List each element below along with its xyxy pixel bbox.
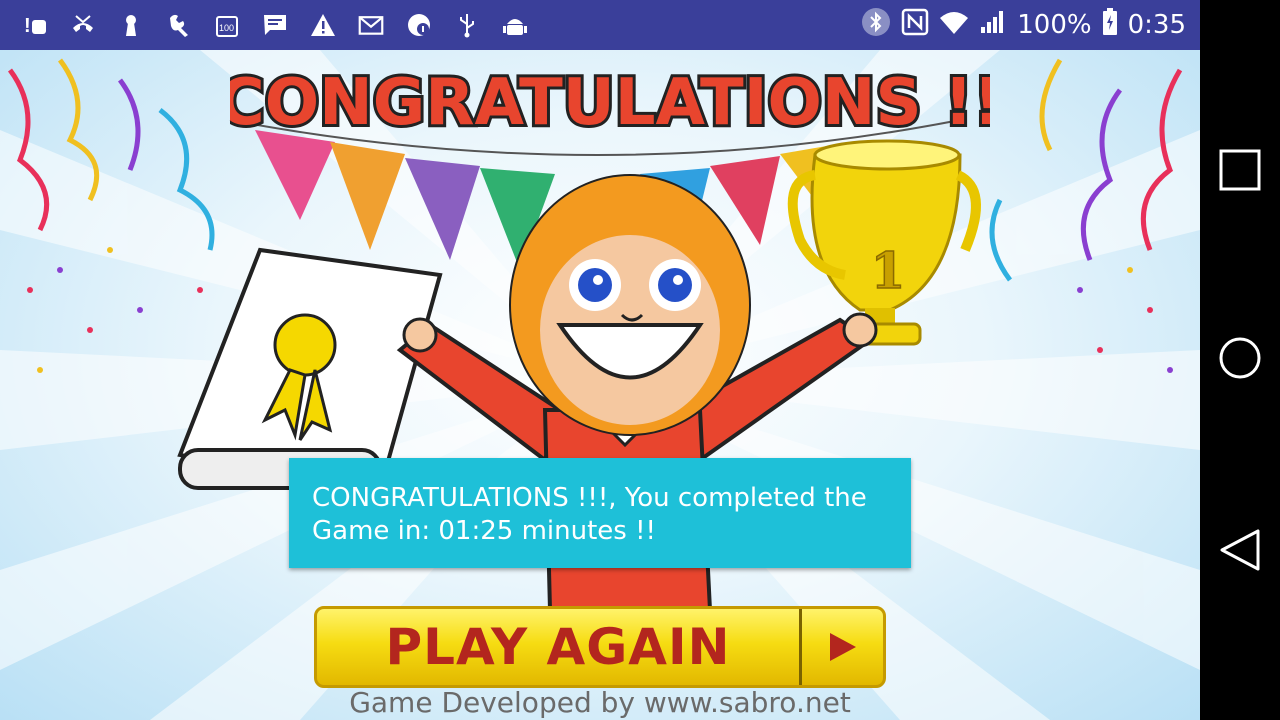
play-again-button[interactable]: PLAY AGAIN (314, 606, 886, 688)
triangle-back-icon (1220, 529, 1260, 571)
recent-apps-button[interactable] (1218, 148, 1262, 192)
storage-100-icon: 100 (214, 12, 240, 38)
wrench-icon (166, 12, 192, 38)
status-bar: ! 100 100% 0:35 (0, 0, 1200, 50)
nfc-icon (901, 8, 929, 43)
back-button[interactable] (1218, 528, 1262, 572)
gmail-icon (358, 12, 384, 38)
svg-text:!: ! (24, 15, 31, 37)
android-debug-icon (502, 12, 528, 38)
battery-charging-icon (1102, 7, 1118, 43)
usb-icon (454, 12, 480, 38)
wifi-icon (939, 9, 969, 42)
circle-icon (1219, 337, 1261, 379)
home-button[interactable] (1218, 336, 1262, 380)
keyhole-icon (118, 12, 144, 38)
notification-icons: ! 100 (22, 0, 528, 50)
svg-text:100: 100 (219, 23, 234, 33)
play-arrow-icon (802, 609, 883, 685)
warning-icon (310, 12, 336, 38)
navigation-bar (1200, 0, 1280, 720)
notification-alert-icon: ! (22, 12, 48, 38)
play-again-label: PLAY AGAIN (385, 618, 731, 676)
bluetooth-icon (861, 7, 891, 44)
battery-percent: 100% (1017, 10, 1092, 40)
game-screen: CONGRATULATIONS !! 1 CONGRATULATIONS !!!… (0, 50, 1200, 720)
trophy-number: 1 (870, 240, 906, 300)
svg-text:1: 1 (871, 241, 906, 300)
result-toast: CONGRATULATIONS !!!, You completed the G… (289, 458, 911, 568)
square-icon (1219, 149, 1261, 191)
developer-credit: Game Developed by www.sabro.net (349, 686, 851, 719)
clock: 0:35 (1127, 10, 1186, 40)
system-indicators: 100% 0:35 (861, 0, 1186, 50)
signal-icon (979, 9, 1007, 42)
svg-text:CONGRATULATIONS !!: CONGRATULATIONS !! (230, 66, 990, 140)
missed-call-icon (70, 12, 96, 38)
message-icon (262, 12, 288, 38)
congratulations-title: CONGRATULATIONS !! (230, 63, 990, 143)
result-message: CONGRATULATIONS !!!, You completed the G… (312, 483, 867, 546)
update-icon (406, 12, 432, 38)
